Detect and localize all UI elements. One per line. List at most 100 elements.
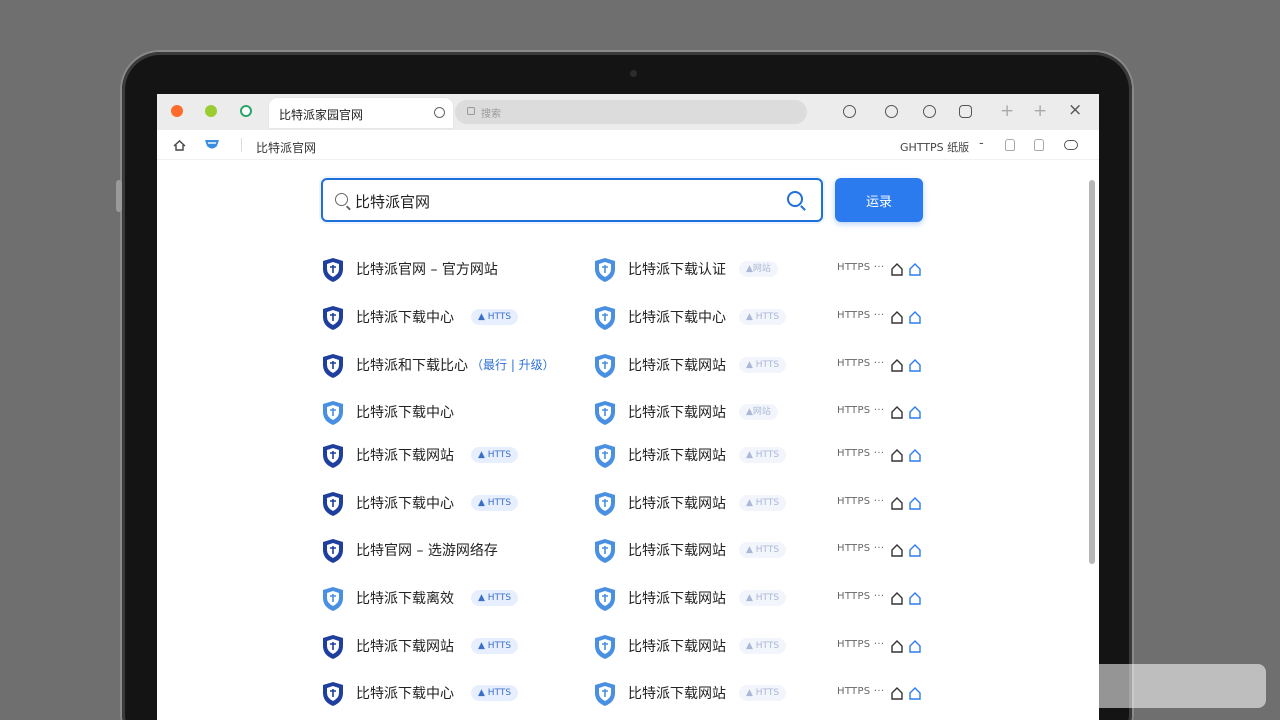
result-item[interactable]: 比特派下载网站 ▲ HTTS — [321, 440, 591, 470]
result-title[interactable]: 比特派和下载比心 — [356, 355, 468, 375]
result-item[interactable]: 比特派下载中心 ▲ HTTS — [321, 302, 591, 332]
history-icon[interactable] — [885, 105, 898, 118]
result-item[interactable]: 比特派下载网站 ▲ HTTS — [593, 350, 833, 380]
result-item[interactable]: 比特派下载网站 ▲ HTTS — [593, 488, 833, 518]
result-item[interactable]: 比特官网 – 选游网络存 — [321, 535, 591, 565]
result-row: 比特派官网 – 官方网站 比特派下载认证 ▲网站 HTTPS ··· — [321, 254, 931, 284]
tab-active[interactable]: 比特派家园官网 — [269, 98, 453, 128]
https-status: HTTPS ··· — [837, 686, 885, 697]
screenshot-icon[interactable] — [959, 105, 972, 118]
add-icon[interactable]: + — [1033, 101, 1047, 121]
home-outline-icon[interactable] — [891, 261, 903, 276]
shield-logo-icon[interactable] — [204, 139, 220, 151]
tab-bar: 比特派家园官网 搜索 + + × — [157, 94, 1099, 130]
result-item[interactable]: 比特派下载网站 ▲ HTTS — [593, 583, 833, 613]
side-button — [116, 180, 122, 212]
lock-small-icon[interactable] — [1005, 139, 1015, 151]
result-item[interactable]: 比特派下载中心 ▲ HTTS — [321, 678, 591, 708]
result-title[interactable]: 比特派下载网站 — [356, 636, 454, 656]
https-status: HTTPS ··· — [837, 591, 885, 602]
search-box[interactable] — [321, 178, 823, 222]
shield-icon — [321, 400, 345, 426]
result-title[interactable]: 比特派下载网站 — [628, 355, 726, 375]
result-item[interactable]: 比特派下载离效 ▲ HTTS — [321, 583, 591, 613]
result-title[interactable]: 比特派下载中心 — [356, 683, 454, 703]
home-outline-icon[interactable] — [891, 404, 903, 419]
home-outline-icon[interactable] — [891, 447, 903, 462]
home-accent-icon[interactable] — [909, 447, 921, 462]
search-input[interactable] — [355, 190, 775, 212]
result-title[interactable]: 比特派下载中心 — [628, 307, 726, 327]
home-outline-icon[interactable] — [891, 638, 903, 653]
result-title[interactable]: 比特派下载网站 — [356, 445, 454, 465]
result-title[interactable]: 比特派下载网站 — [628, 683, 726, 703]
home-outline-icon[interactable] — [891, 542, 903, 557]
home-outline-icon[interactable] — [891, 309, 903, 324]
home-outline-icon[interactable] — [891, 357, 903, 372]
home-outline-icon[interactable] — [891, 495, 903, 510]
home-accent-icon[interactable] — [909, 261, 921, 276]
search-button[interactable]: 运录 — [835, 178, 923, 222]
search-submit-icon[interactable] — [787, 191, 803, 207]
result-item[interactable]: 比特派下载网站 ▲ HTTS — [593, 631, 833, 661]
home-accent-icon[interactable] — [909, 638, 921, 653]
result-item[interactable]: 比特派下载网站 ▲ HTTS — [593, 678, 833, 708]
scrollbar-thumb[interactable] — [1089, 180, 1095, 564]
shield-icon — [321, 681, 345, 707]
chat-icon[interactable] — [843, 105, 856, 118]
https-badge: ▲ HTTS — [739, 357, 787, 373]
result-title[interactable]: 比特派下载中心 — [356, 402, 454, 422]
home-accent-icon[interactable] — [909, 685, 921, 700]
result-item[interactable]: 比特派下载网站 ▲ HTTS — [321, 631, 591, 661]
home-icon[interactable] — [173, 140, 186, 151]
home-accent-icon[interactable] — [909, 495, 921, 510]
https-status: HTTPS ··· — [837, 405, 885, 416]
home-accent-icon[interactable] — [909, 357, 921, 372]
result-item[interactable]: 比特派下载网站 ▲网站 — [593, 397, 833, 427]
home-outline-icon[interactable] — [891, 590, 903, 605]
result-item[interactable]: 比特派下载中心 ▲ HTTS — [593, 302, 833, 332]
result-title[interactable]: 比特派下载网站 — [628, 588, 726, 608]
result-title[interactable]: 比特派下载离效 — [356, 588, 454, 608]
https-status: HTTPS ··· — [837, 543, 885, 554]
result-item[interactable]: 比特派下载网站 ▲ HTTS — [593, 440, 833, 470]
result-title[interactable]: 比特派下载网站 — [628, 540, 726, 560]
minimize-window-icon[interactable] — [205, 105, 217, 117]
profile-icon[interactable] — [923, 105, 936, 118]
home-accent-icon[interactable] — [909, 309, 921, 324]
result-title[interactable]: 比特官网 – 选游网络存 — [356, 540, 498, 560]
extension-icon[interactable] — [240, 105, 252, 117]
result-title[interactable]: 比特派下载网站 — [628, 402, 726, 422]
result-item[interactable]: 比特派和下载比心 （最行 | 升级） — [321, 350, 591, 380]
result-title[interactable]: 比特派下载中心 — [356, 307, 454, 327]
scrollbar[interactable] — [1089, 180, 1095, 720]
new-tab-icon[interactable]: + — [1000, 101, 1014, 121]
result-title[interactable]: 比特派下载网站 — [628, 493, 726, 513]
result-item[interactable]: 比特派下载中心 ▲ HTTS — [321, 488, 591, 518]
shield-icon — [593, 443, 617, 469]
https-badge: ▲ HTTS — [471, 495, 519, 511]
result-title[interactable]: 比特派下载认证 — [628, 259, 726, 279]
address-bar[interactable]: 搜索 — [455, 100, 807, 124]
result-title[interactable]: 比特派官网 – 官方网站 — [356, 259, 498, 279]
home-accent-icon[interactable] — [909, 590, 921, 605]
home-accent-icon[interactable] — [909, 542, 921, 557]
page-label[interactable]: 比特派官网 — [256, 139, 316, 156]
cloud-icon[interactable] — [1064, 140, 1078, 150]
results-list: 比特派官网 – 官方网站 比特派下载认证 ▲网站 HTTPS ··· 比特派下载中心 ▲ … — [321, 254, 931, 714]
close-icon[interactable]: × — [1068, 100, 1082, 120]
result-title[interactable]: 比特派下载网站 — [628, 636, 726, 656]
result-item[interactable]: 比特派官网 – 官方网站 — [321, 254, 591, 284]
result-title[interactable]: 比特派下载网站 — [628, 445, 726, 465]
home-outline-icon[interactable] — [891, 685, 903, 700]
https-label[interactable]: GHTTPS 纸版 — [900, 139, 969, 155]
tab-reload-icon[interactable] — [434, 107, 445, 118]
https-badge: ▲ HTTS — [739, 495, 787, 511]
result-item[interactable]: 比特派下载中心 — [321, 397, 591, 427]
bell-icon[interactable] — [1034, 139, 1044, 151]
result-item[interactable]: 比特派下载网站 ▲ HTTS — [593, 535, 833, 565]
home-accent-icon[interactable] — [909, 404, 921, 419]
result-item[interactable]: 比特派下载认证 ▲网站 — [593, 254, 833, 284]
close-window-icon[interactable] — [171, 105, 183, 117]
result-title[interactable]: 比特派下载中心 — [356, 493, 454, 513]
